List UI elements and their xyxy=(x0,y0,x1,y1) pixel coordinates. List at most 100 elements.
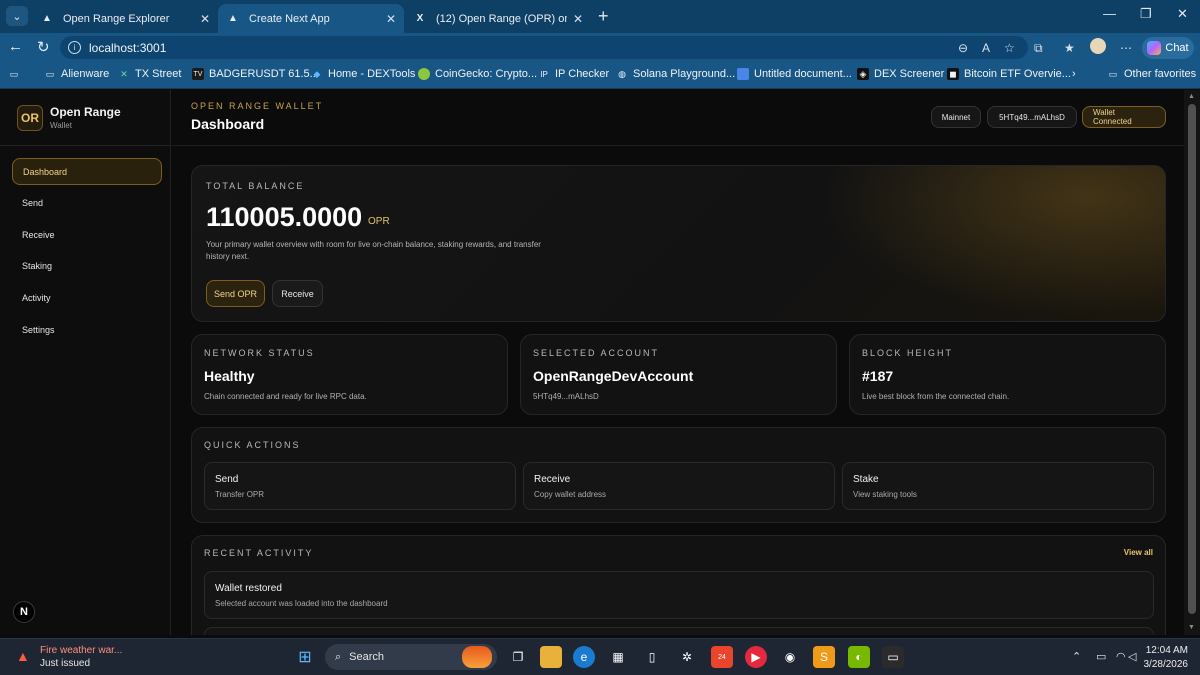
start-windows-icon[interactable]: ⊞ xyxy=(294,646,316,668)
bookmark-ip-checker[interactable]: IP IP Checker xyxy=(538,68,609,80)
terminal-icon[interactable]: ▭ xyxy=(882,646,904,668)
chevron-right-icon[interactable]: › xyxy=(1072,68,1076,80)
collections-icon[interactable]: ▭ xyxy=(8,68,25,80)
quick-action-receive[interactable]: Receive Copy wallet address xyxy=(523,462,835,510)
next-dev-badge[interactable]: N xyxy=(13,601,35,623)
bookmark-bitcoin-etf[interactable]: ◼ Bitcoin ETF Overvie... xyxy=(947,68,1071,80)
wifi-icon[interactable]: ◠ xyxy=(1116,650,1126,663)
search-highlight-icon[interactable] xyxy=(462,646,492,668)
weather-title: Fire weather war... xyxy=(40,645,123,656)
info-icon[interactable]: i xyxy=(68,41,81,54)
card-label: QUICK ACTIONS xyxy=(204,440,301,450)
quick-action-sub: Copy wallet address xyxy=(534,490,607,499)
close-icon[interactable]: ✕ xyxy=(573,12,583,26)
activity-item[interactable]: Wallet restored Selected account was loa… xyxy=(204,571,1154,619)
scroll-thumb[interactable] xyxy=(1188,104,1196,614)
tray-chevron-icon[interactable]: ⌃ xyxy=(1072,650,1081,663)
document-icon[interactable]: ▯ xyxy=(641,646,663,668)
edge-icon[interactable]: e xyxy=(573,646,595,668)
tab-actions-menu-icon[interactable]: ⌄ xyxy=(6,6,28,26)
bookmark-label: Alienware xyxy=(61,68,110,80)
zoom-icon[interactable]: ⊖ xyxy=(958,41,968,55)
bookmark-untitled-document[interactable]: Untitled document... xyxy=(737,68,852,80)
minimize-icon[interactable]: — xyxy=(1103,6,1116,21)
address-pill[interactable]: 5HTq49...mALhsD xyxy=(987,106,1077,128)
favorites-icon[interactable]: ★ xyxy=(1064,41,1075,55)
wallet-connected-pill[interactable]: Wallet Connected xyxy=(1082,106,1166,128)
page-scrollbar[interactable]: ▲ ▼ xyxy=(1184,90,1200,635)
bookmark-label: Untitled document... xyxy=(754,68,852,80)
profile-avatar[interactable] xyxy=(1090,38,1106,54)
media-player-icon[interactable]: ▶ xyxy=(745,646,767,668)
bitcoin-etf-icon: ◼ xyxy=(947,68,959,80)
docs-icon xyxy=(737,68,749,80)
tab-x-open-range[interactable]: X (12) Open Range (OPR) on X: "Ope ✕ xyxy=(405,4,591,33)
network-icon[interactable]: ▭ xyxy=(1096,650,1106,663)
store-icon[interactable]: ▦ xyxy=(607,646,629,668)
bookmark-badgerusdt[interactable]: TV BADGERUSDT 61.5... xyxy=(192,68,319,80)
task-view-icon[interactable]: ❐ xyxy=(507,646,529,668)
quick-action-title: Receive xyxy=(534,474,571,485)
steam-icon[interactable]: ◉ xyxy=(779,646,801,668)
copilot-chat-button[interactable]: Chat xyxy=(1142,37,1194,59)
more-icon[interactable]: ⋯ xyxy=(1120,41,1132,55)
weather-sub: Just issued xyxy=(40,658,91,669)
weather-widget[interactable]: ▲ Fire weather war... Just issued xyxy=(16,645,122,669)
search-label: Search xyxy=(349,651,385,663)
quick-action-stake[interactable]: Stake View staking tools xyxy=(842,462,1154,510)
chatgpt-icon[interactable]: ✲ xyxy=(676,646,698,668)
url-input[interactable]: i localhost:3001 xyxy=(60,36,1028,59)
favorite-star-icon[interactable]: ☆ xyxy=(1004,41,1015,55)
page-eyebrow: OPEN RANGE WALLET xyxy=(191,101,324,111)
scroll-up-icon[interactable]: ▲ xyxy=(1188,93,1195,100)
read-aloud-icon[interactable]: A xyxy=(982,41,990,55)
quick-action-sub: View staking tools xyxy=(853,490,917,499)
send-opr-button[interactable]: Send OPR xyxy=(206,280,265,307)
view-all-link[interactable]: View all xyxy=(1124,548,1153,557)
sidebar-item-staking[interactable]: Staking xyxy=(12,252,162,279)
other-favorites[interactable]: ▭ Other favorites xyxy=(1107,68,1196,80)
bookmark-dex-screener[interactable]: ◈ DEX Screener xyxy=(857,68,944,80)
network-pill[interactable]: Mainnet xyxy=(931,106,981,128)
sublime-icon[interactable]: S xyxy=(813,646,835,668)
sidebar-item-dashboard[interactable]: Dashboard xyxy=(12,158,162,185)
tab-title: Open Range Explorer xyxy=(63,12,170,25)
sidebar-item-receive[interactable]: Receive xyxy=(12,221,162,248)
bookmark-coingecko[interactable]: CoinGecko: Crypto... xyxy=(418,68,537,80)
close-icon[interactable]: ✕ xyxy=(386,12,396,26)
bookmark-solana-playground[interactable]: ◍ Solana Playground... xyxy=(616,68,735,80)
maximize-icon[interactable]: ❐ xyxy=(1140,6,1152,22)
volume-icon[interactable]: ◁ xyxy=(1128,650,1136,663)
ubuntu-icon[interactable]: 24 xyxy=(711,646,733,668)
new-tab-icon[interactable]: + xyxy=(598,6,609,27)
bookmark-tx-street[interactable]: ✕ TX Street xyxy=(118,68,181,80)
page-title: Dashboard xyxy=(191,116,265,132)
back-icon[interactable]: ← xyxy=(8,38,23,55)
sidebar-item-send[interactable]: Send xyxy=(12,189,162,216)
tab-create-next-app[interactable]: ▲ Create Next App ✕ xyxy=(218,4,404,33)
quick-actions-card: QUICK ACTIONS Send Transfer OPR Receive … xyxy=(191,427,1166,523)
bookmark-dextools[interactable]: ◆ Home - DEXTools xyxy=(311,68,416,80)
bookmark-alienware[interactable]: ▭ Alienware xyxy=(44,68,110,80)
card-label: TOTAL BALANCE xyxy=(206,181,305,191)
block-height-desc: Live best block from the connected chain… xyxy=(862,392,1010,401)
extensions-icon[interactable]: ⧉ xyxy=(1034,41,1043,56)
close-window-icon[interactable]: ✕ xyxy=(1177,6,1188,22)
refresh-icon[interactable]: ↻ xyxy=(37,38,50,56)
quick-action-send[interactable]: Send Transfer OPR xyxy=(204,462,516,510)
activity-item[interactable] xyxy=(204,627,1154,635)
sidebar-item-settings[interactable]: Settings xyxy=(12,316,162,343)
clock[interactable]: 12:04 AM 3/28/2026 xyxy=(1142,644,1189,672)
fire-warning-icon: ▲ xyxy=(16,648,30,664)
network-status-card: NETWORK STATUS Healthy Chain connected a… xyxy=(191,334,508,415)
scroll-down-icon[interactable]: ▼ xyxy=(1188,624,1195,631)
bookmark-label: TX Street xyxy=(135,68,182,80)
file-explorer-icon[interactable] xyxy=(540,646,562,668)
close-icon[interactable]: ✕ xyxy=(200,12,210,26)
nvidia-icon[interactable]: ◐ xyxy=(848,646,870,668)
receive-button[interactable]: Receive xyxy=(272,280,323,307)
sidebar-item-activity[interactable]: Activity xyxy=(12,284,162,311)
card-label: BLOCK HEIGHT xyxy=(862,348,954,358)
tab-open-range-explorer[interactable]: ▲ Open Range Explorer ✕ xyxy=(32,4,218,33)
next-triangle-icon: ▲ xyxy=(42,13,52,24)
